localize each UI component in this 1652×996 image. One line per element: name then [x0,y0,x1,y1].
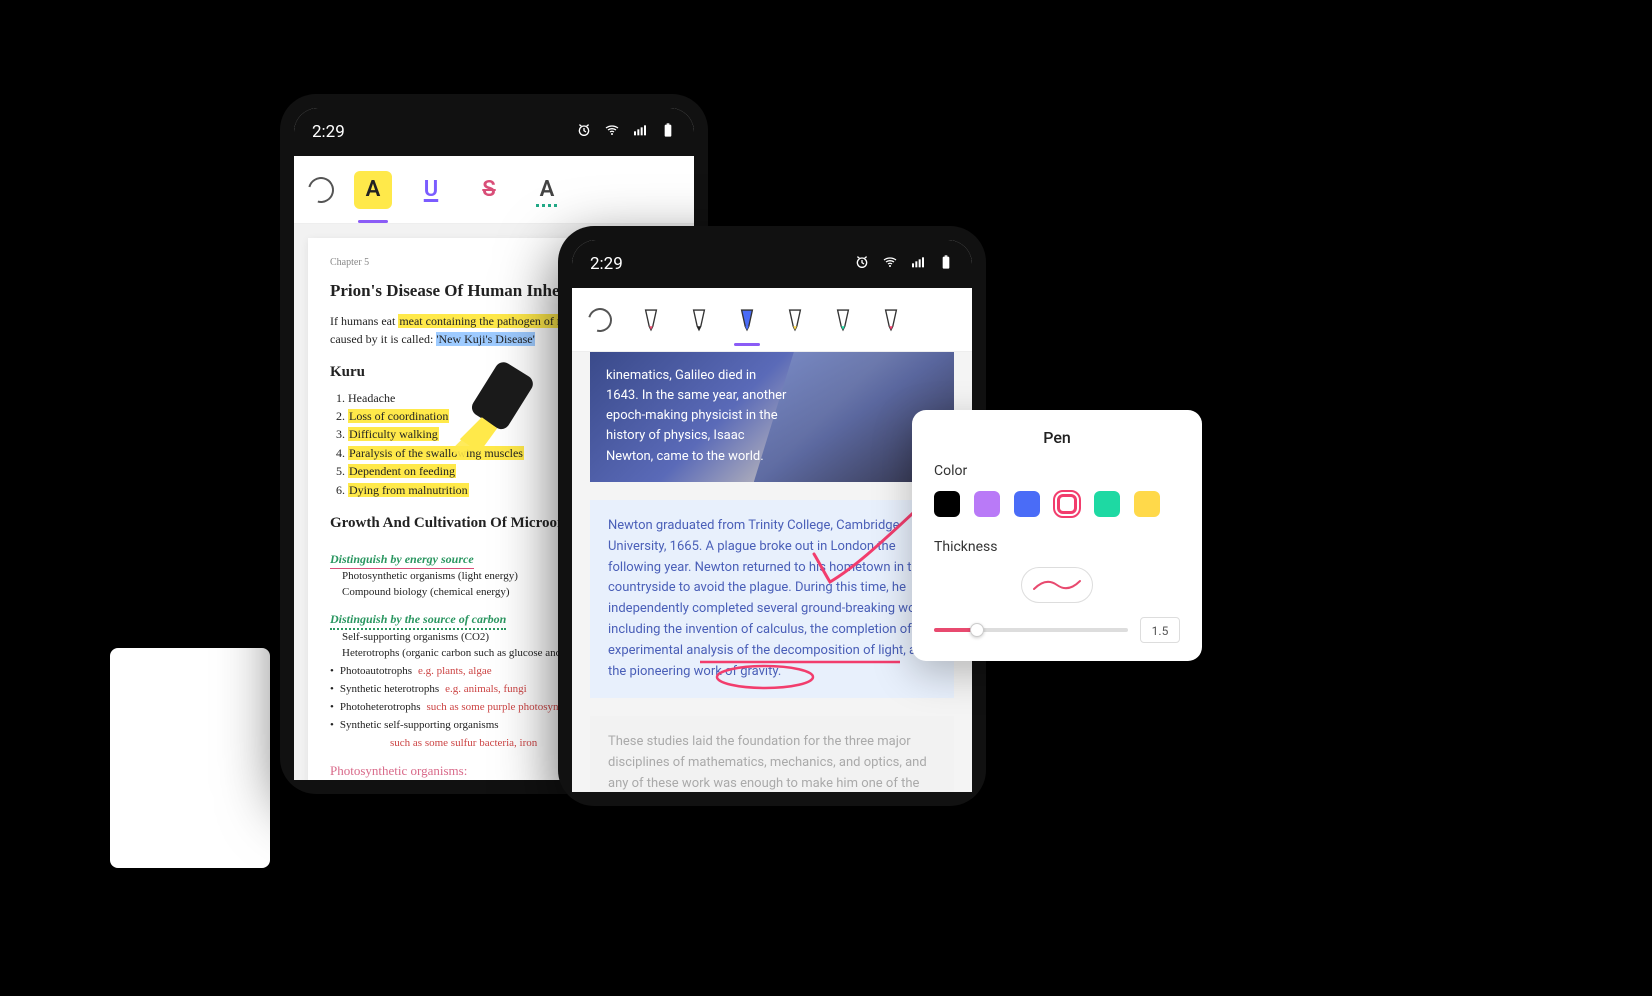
list-item: Dying from malnutrition [348,483,469,497]
swatch-pink[interactable] [1057,494,1077,514]
distinguish-carbon: Distinguish by the source of carbon [330,611,506,630]
battery-icon [660,122,676,143]
thickness-slider[interactable] [934,628,1128,632]
back-icon[interactable] [303,172,339,208]
selected-text: 'New Kuji's Disease' [436,332,534,346]
alarm-icon [854,254,870,275]
distinguish-energy: Distinguish by energy source [330,551,474,569]
pen-pink-icon[interactable] [882,308,900,332]
hero-block: kinematics, Galileo died in 1643. In the… [590,352,954,482]
color-swatches [934,491,1180,517]
swatch-black[interactable] [934,491,960,517]
pen-black-icon[interactable] [690,308,708,332]
pen-green-icon[interactable] [834,308,852,332]
list-item: Headache [348,391,395,405]
underline-button[interactable]: U [412,171,450,209]
pen-toolbar [572,288,972,352]
pen-blue-icon[interactable] [738,308,756,332]
list-item: Difficulty walking [348,427,439,441]
wifi-icon [882,254,898,275]
swatch-blue[interactable] [1014,491,1040,517]
pen-yellow-icon[interactable] [786,308,804,332]
highlight-button[interactable]: A [354,171,392,209]
format-toolbar: A U S A [294,156,694,224]
handwritten-note: e.g. animals, fungi [445,682,527,698]
body-paragraph-faded: These studies laid the foundation for th… [590,716,954,792]
swatch-yellow[interactable] [1134,491,1160,517]
status-time: 2:29 [590,254,623,274]
wifi-icon [604,122,620,143]
slider-thumb[interactable] [970,623,984,637]
alarm-icon [576,122,592,143]
list-item: Synthetic heterotrophs [340,682,439,698]
signal-icon [910,254,926,275]
status-bar: 2:29 [294,108,694,156]
handwritten-note: e.g. plants, algae [418,664,492,680]
strikethrough-button[interactable]: S [470,171,508,209]
signal-icon [632,122,648,143]
list-item: Photoautotrophs [340,664,412,680]
battery-icon [938,254,954,275]
background-card [110,648,270,868]
thickness-preview [1021,567,1093,603]
back-icon[interactable] [584,303,617,336]
thickness-label: Thickness [934,539,1180,555]
list-item: Synthetic self-supporting organisms [340,718,499,734]
pen-popover: Pen Color Thickness 1.5 [912,410,1202,661]
body-paragraph: Newton graduated from Trinity College, C… [590,500,954,698]
color-label: Color [934,463,1180,479]
popover-title: Pen [934,428,1180,447]
list-item: Photoheterotrophs [340,700,421,716]
status-time: 2:29 [312,122,345,142]
list-item: Loss of coordination [348,409,449,423]
swatch-teal[interactable] [1094,491,1120,517]
thickness-value[interactable]: 1.5 [1140,617,1180,643]
list-item: Dependent on feeding [348,464,456,478]
pen-red-icon[interactable] [642,308,660,332]
squiggle-button[interactable]: A [528,171,566,209]
status-bar: 2:29 [572,240,972,288]
swatch-purple[interactable] [974,491,1000,517]
hero-text: kinematics, Galileo died in 1643. In the… [606,366,789,467]
list-item: Paralysis of the swallowing muscles [348,446,524,460]
